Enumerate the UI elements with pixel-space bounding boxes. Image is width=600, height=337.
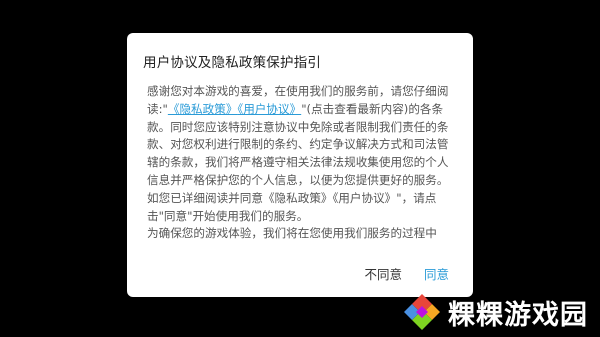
watermark-logo-icon (404, 294, 440, 330)
agreement-paragraph: 感谢您对本游戏的喜爱，在使用我们的服务前，请您仔细阅读:"《隐私政策》《用户协议… (147, 83, 459, 225)
app-screen: 用户协议及隐私政策保护指引 感谢您对本游戏的喜爱，在使用我们的服务前，请您仔细阅… (0, 0, 600, 337)
disagree-button[interactable]: 不同意 (364, 264, 402, 283)
dialog-actions: 不同意 同意 (364, 264, 449, 283)
watermark-text: 粿粿游戏园 (448, 299, 588, 331)
agree-button[interactable]: 同意 (424, 264, 449, 283)
dialog-body: 感谢您对本游戏的喜爱，在使用我们的服务前，请您仔细阅读:"《隐私政策》《用户协议… (147, 83, 459, 255)
experience-paragraph: 为确保您的游戏体验，我们将在您使用我们服务的过程中 (147, 226, 437, 241)
agreement-text-main: "(点击查看最新内容)的各条款。同时您应该特别注意协议中免除或者限制我们责任的条… (147, 101, 449, 223)
user-agreement-link[interactable]: 《用户协议》 (237, 102, 301, 116)
site-watermark: 粿粿游戏园 (402, 292, 588, 332)
privacy-policy-link[interactable]: 《隐私政策》 (168, 102, 238, 116)
dialog-title: 用户协议及隐私政策保护指引 (143, 55, 322, 71)
privacy-agreement-dialog: 用户协议及隐私政策保护指引 感谢您对本游戏的喜爱，在使用我们的服务前，请您仔细阅… (127, 33, 473, 297)
